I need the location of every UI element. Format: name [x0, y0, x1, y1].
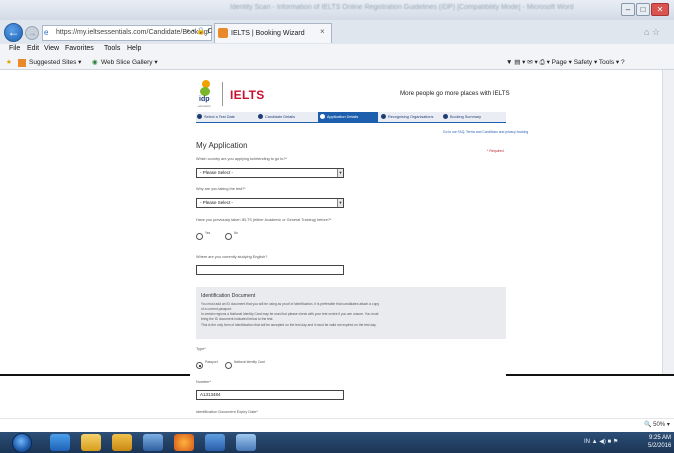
folder-taskbar-icon[interactable] — [112, 434, 132, 451]
start-button[interactable] — [12, 433, 32, 453]
tab-close-icon[interactable]: × — [320, 27, 325, 36]
web-slice-icon: ◉ — [92, 59, 98, 66]
reason-select[interactable]: - Please Select - — [196, 198, 344, 208]
back-button[interactable]: ← — [4, 23, 23, 42]
explorer-taskbar-icon[interactable] — [81, 434, 101, 451]
menu-help[interactable]: Help — [127, 45, 141, 52]
reason-question-label: Why are you taking the test?* — [196, 187, 246, 191]
taskbar — [0, 432, 674, 453]
id-expiry-label: Identification Document Expiry Date* — [196, 410, 258, 414]
id-type-national-card-radio[interactable] — [225, 362, 232, 369]
steps-underline — [196, 122, 506, 123]
suggested-sites-icon — [18, 59, 26, 67]
menu-file[interactable]: File — [9, 45, 20, 52]
previous-test-yes-radio[interactable] — [196, 233, 203, 240]
studying-english-input[interactable] — [196, 265, 344, 275]
clock-time[interactable]: 9:25 AM — [649, 435, 671, 441]
previous-test-no-label: No — [234, 231, 239, 235]
minimize-button[interactable]: – — [621, 3, 635, 16]
ie-page-icon: e — [44, 28, 49, 37]
idp-logo: idp — [199, 96, 210, 103]
command-bar[interactable]: ▼ ▤ ▾ ✉ ▾ ⎙ ▾ Page ▾ Safety ▾ Tools ▾ ? — [506, 58, 625, 67]
tab-ielts-booking[interactable]: IELTS | Booking Wizard — [214, 23, 332, 43]
identification-heading: Identification Document — [201, 293, 256, 299]
vertical-scrollbar[interactable] — [662, 70, 674, 375]
forward-button[interactable]: → — [25, 26, 39, 40]
previous-test-yes-label: Yes — [205, 231, 211, 235]
favorites-star-icon[interactable]: ★ — [6, 58, 12, 66]
window-taskbar-icon[interactable] — [143, 434, 163, 451]
previous-test-question-label: Have you previously taken IELTS (either … — [196, 218, 332, 222]
menu-tools[interactable]: Tools — [104, 45, 120, 52]
header-tagline: More people go more places with IELTS — [400, 90, 510, 97]
id-type-national-card-label: National Identity Card — [234, 360, 265, 364]
id-type-passport-radio[interactable] — [196, 362, 203, 369]
suggested-sites-link[interactable]: Suggested Sites ▾ — [29, 58, 81, 66]
step-booking-summary[interactable]: Booking Summary — [443, 112, 481, 122]
faq-terms-link[interactable]: Go to our FAQ, Terms and Conditions and … — [443, 130, 528, 134]
identification-text-line: of a current passport. — [201, 307, 233, 311]
menu-bar — [0, 44, 674, 56]
previous-test-no-radio[interactable] — [225, 233, 232, 240]
media-taskbar-icon[interactable] — [236, 434, 256, 451]
id-number-input[interactable]: A1313484 — [196, 390, 344, 400]
web-slice-gallery-link[interactable]: Web Slice Gallery ▾ — [101, 58, 158, 66]
identification-text-line: This is the only form of identification … — [201, 323, 377, 327]
window-title: Identity Scan - Information of IELTS Onl… — [230, 4, 574, 11]
identification-text-line: You must add an ID document that you wil… — [201, 302, 380, 306]
word-taskbar-icon[interactable] — [205, 434, 225, 451]
close-window-button[interactable]: ✕ — [651, 3, 669, 16]
page-title: My Application — [196, 141, 248, 150]
identification-text-line: bring the ID document indicated below to… — [201, 317, 274, 321]
status-bar — [0, 418, 674, 432]
menu-favorites[interactable]: Favorites — [65, 45, 94, 52]
reason-chevron-down-icon[interactable]: ▼ — [337, 199, 343, 207]
studying-question-label: Where are you currently studying English… — [196, 255, 268, 259]
idp-logo-green-shape — [200, 87, 210, 96]
frame-divider — [506, 374, 674, 376]
ielts-logo: IELTS — [230, 88, 265, 102]
identification-text-line: In certain regions a National Identity C… — [201, 312, 379, 316]
id-number-label: Number* — [196, 380, 211, 384]
id-type-label: Type* — [196, 347, 206, 351]
logo-divider — [222, 82, 223, 106]
tab-favicon-icon — [218, 28, 228, 38]
firefox-taskbar-icon[interactable] — [174, 434, 194, 451]
menu-view[interactable]: View — [44, 45, 59, 52]
step-recognising-organisations[interactable]: Recognising Organisations — [381, 112, 433, 122]
step-application-details[interactable]: Application Details — [320, 112, 358, 122]
ie-taskbar-icon[interactable] — [50, 434, 70, 451]
address-bar-icons[interactable]: ⌕ ▾ 🔒 C — [186, 27, 212, 36]
country-chevron-down-icon[interactable]: ▼ — [337, 169, 343, 177]
country-select[interactable]: - Please Select - — [196, 168, 344, 178]
home-favorites-icons[interactable]: ⌂ ☆ — [644, 27, 660, 38]
step-select-test-date[interactable]: Select a Test Date — [197, 112, 235, 122]
system-tray[interactable]: IN ▲ ◀) ■ ⚑ — [584, 438, 618, 445]
maximize-button[interactable]: □ — [636, 3, 650, 16]
required-note: * Required — [487, 149, 504, 153]
country-question-label: Which country are you applying to/intend… — [196, 157, 287, 161]
step-candidate-details[interactable]: Candidate Details — [258, 112, 295, 122]
zoom-level[interactable]: 🔍 50% ▾ — [644, 421, 670, 428]
clock-date[interactable]: 5/2/2016 — [648, 443, 671, 449]
menu-edit[interactable]: Edit — [27, 45, 39, 52]
id-type-passport-label: Passport — [205, 360, 218, 364]
frame-divider — [0, 374, 190, 376]
idp-logo-subtext: education — [198, 104, 212, 108]
